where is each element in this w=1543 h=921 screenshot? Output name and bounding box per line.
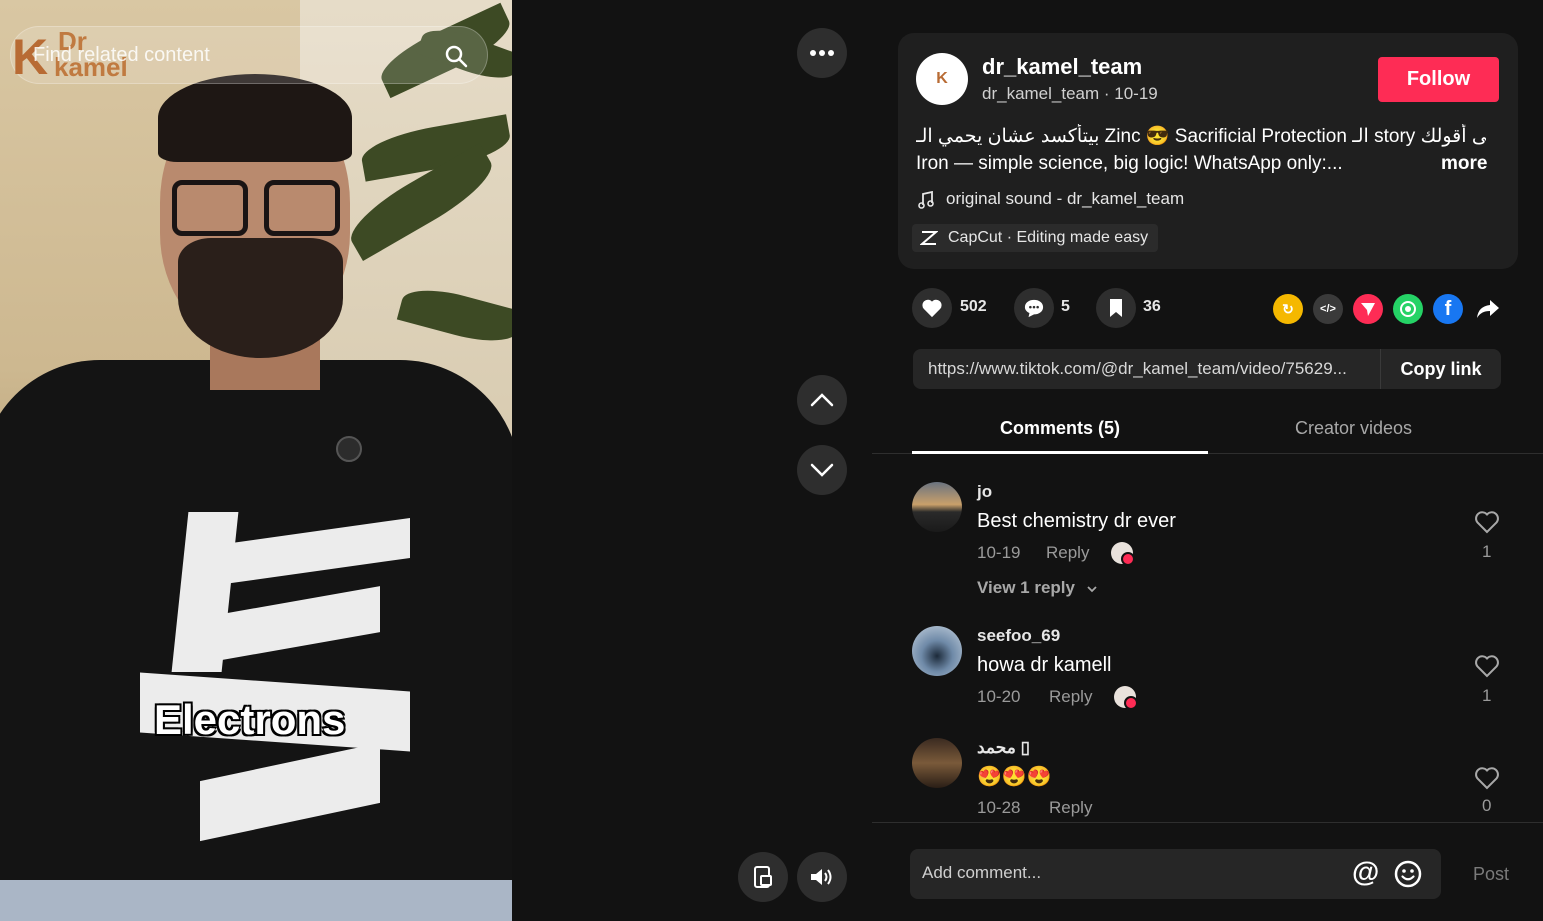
comment-item: jo Best chemistry dr ever 10-19 Reply 1 … xyxy=(912,482,1512,602)
commenter-name[interactable]: محمد ▯ xyxy=(977,738,1030,758)
comment-like-count: 1 xyxy=(1482,686,1492,705)
like-count: 502 xyxy=(960,298,987,315)
more-options-button[interactable] xyxy=(797,28,847,78)
send-to-friends-icon[interactable] xyxy=(1353,294,1383,324)
person-beard xyxy=(178,238,343,358)
comment-placeholder[interactable]: Add comment... xyxy=(922,863,1041,883)
save-button[interactable] xyxy=(1096,288,1136,328)
commenter-avatar[interactable] xyxy=(912,626,962,676)
glasses xyxy=(168,180,348,236)
person-hair xyxy=(158,74,352,162)
comment-button[interactable] xyxy=(1014,288,1054,328)
avatar[interactable]: K xyxy=(916,53,968,105)
view-replies-button[interactable]: View 1 reply xyxy=(977,578,1098,598)
lapel-mic xyxy=(336,436,362,462)
repost-icon[interactable]: ↻ xyxy=(1273,294,1303,324)
follow-button[interactable]: Follow xyxy=(1378,57,1499,102)
tab-creator-videos[interactable]: Creator videos xyxy=(1295,418,1412,439)
video-player[interactable]: K Dr kamel Find related content Electron… xyxy=(0,0,512,921)
volume-button[interactable] xyxy=(797,852,847,902)
active-tab-indicator xyxy=(912,451,1208,454)
facebook-icon[interactable]: f xyxy=(1433,294,1463,324)
post-comment-button[interactable]: Post xyxy=(1473,864,1509,885)
post-handle-date: dr_kamel_team · 10-19 xyxy=(982,84,1158,103)
comment-like-count: 1 xyxy=(1482,542,1492,561)
mini-player-button[interactable] xyxy=(738,852,788,902)
search-placeholder[interactable]: Find related content xyxy=(33,44,210,67)
bookmark-icon xyxy=(1110,299,1122,317)
comment-date: 10-20 xyxy=(977,687,1021,706)
comment-count: 5 xyxy=(1061,298,1070,315)
comment-item: محمد ▯ 😍😍😍 10-28 Reply 0 xyxy=(912,738,1512,822)
embed-icon[interactable]: </> xyxy=(1313,294,1343,324)
creator-liked-badge xyxy=(1111,542,1135,566)
comment-text: 😍😍😍 xyxy=(977,766,1052,788)
chevron-down-icon xyxy=(1087,586,1097,593)
reply-button[interactable]: Reply xyxy=(1049,687,1092,707)
next-video-button[interactable] xyxy=(797,445,847,495)
post-username[interactable]: dr_kamel_team xyxy=(982,54,1142,80)
video-link-text[interactable]: https://www.tiktok.com/@dr_kamel_team/vi… xyxy=(928,359,1378,379)
reply-button[interactable]: Reply xyxy=(1046,543,1089,563)
search-icon[interactable] xyxy=(444,44,468,68)
comment-heart-icon[interactable] xyxy=(1474,510,1500,534)
comment-item: seefoo_69 howa dr kamell 10-20 Reply 1 xyxy=(912,626,1512,716)
reply-button[interactable]: Reply xyxy=(1049,798,1092,818)
like-button[interactable] xyxy=(912,288,952,328)
mention-icon[interactable]: @ xyxy=(1352,857,1379,887)
jeans xyxy=(0,880,512,921)
comment-text: Best chemistry dr ever xyxy=(977,510,1176,532)
device-icon xyxy=(754,866,772,888)
chevron-down-icon xyxy=(810,463,834,477)
emoji-icon[interactable] xyxy=(1393,859,1423,889)
share-arrow-icon[interactable] xyxy=(1476,298,1500,320)
more-button[interactable]: more xyxy=(1441,153,1487,175)
chevron-up-icon xyxy=(810,393,834,407)
comment-icon xyxy=(1024,299,1044,318)
speaker-icon xyxy=(811,869,832,885)
shirt-logo xyxy=(140,512,410,842)
comment-text: howa dr kamell xyxy=(977,654,1112,676)
comment-like-count: 0 xyxy=(1482,796,1492,815)
comment-date: 10-19 xyxy=(977,543,1021,562)
view-replies-label: View 1 reply xyxy=(977,578,1075,597)
sound-link[interactable]: original sound - dr_kamel_team xyxy=(946,189,1184,209)
whatsapp-icon[interactable] xyxy=(1393,294,1423,324)
commenter-avatar[interactable] xyxy=(912,482,962,532)
comment-heart-icon[interactable] xyxy=(1474,766,1500,790)
post-description-line1: بيتأكسد عشان يحمي الـ Zinc 😎 Sacrificial… xyxy=(916,126,1486,147)
capcut-icon xyxy=(920,231,938,245)
commenter-name[interactable]: jo xyxy=(977,482,992,502)
copy-link-button[interactable]: Copy link xyxy=(1380,349,1501,389)
post-description-line2: Iron — simple science, big logic! WhatsA… xyxy=(916,153,1343,174)
heart-icon xyxy=(922,299,942,318)
composer-divider xyxy=(872,822,1543,823)
previous-video-button[interactable] xyxy=(797,375,847,425)
comment-heart-icon[interactable] xyxy=(1474,654,1500,678)
creator-liked-badge xyxy=(1114,686,1138,710)
comment-date: 10-28 xyxy=(977,798,1021,817)
video-caption: Electrons xyxy=(154,696,346,743)
capcut-badge[interactable]: CapCut · Editing made easy xyxy=(912,224,1159,252)
music-note-icon xyxy=(918,191,934,209)
ellipsis-icon xyxy=(810,50,834,56)
commenter-name[interactable]: seefoo_69 xyxy=(977,626,1060,646)
commenter-avatar[interactable] xyxy=(912,738,962,788)
tab-comments[interactable]: Comments (5) xyxy=(1000,418,1120,439)
save-count: 36 xyxy=(1143,298,1161,315)
